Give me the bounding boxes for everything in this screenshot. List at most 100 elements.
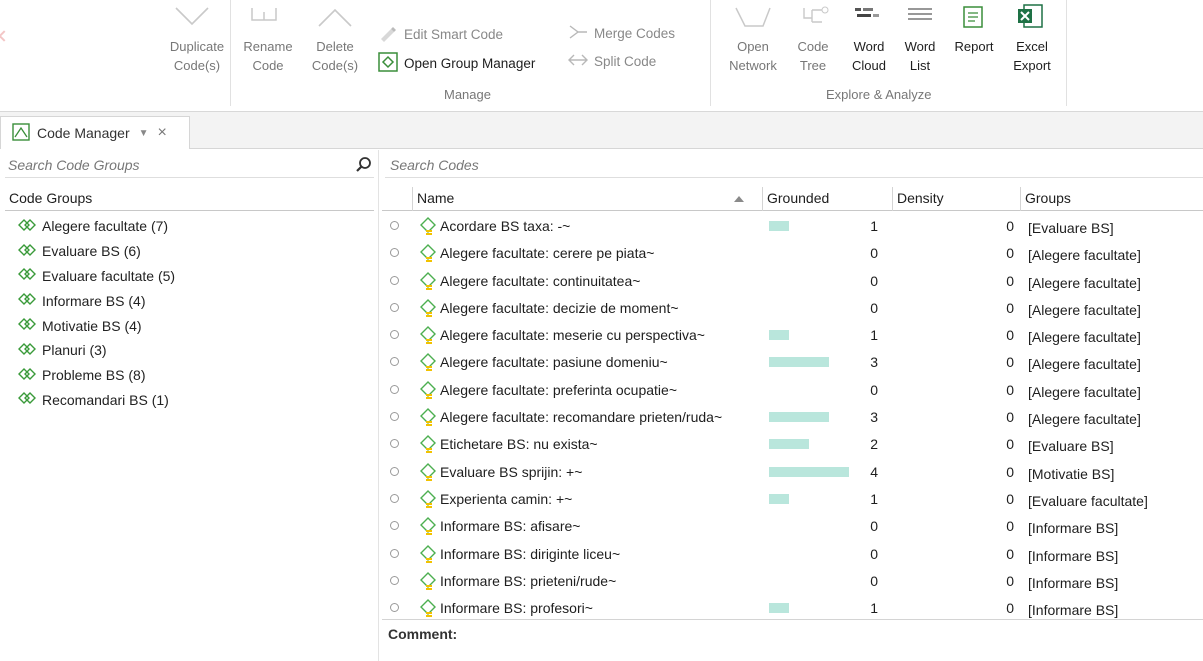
code-row[interactable]: Informare BS: profesori~ 1 0 [Informare BS] (382, 594, 1203, 621)
tab-code-manager[interactable]: Code Manager ▼ × (0, 116, 190, 149)
code-name: Alegere facultate: preferinta ocupatie~ (440, 381, 677, 398)
edit-smart-code-button[interactable]: Edit Smart Code (378, 24, 503, 45)
row-selector[interactable] (390, 439, 399, 449)
close-icon[interactable]: × (158, 124, 167, 142)
column-header-density[interactable]: Density (892, 187, 1020, 211)
ribbon-separator (710, 0, 711, 106)
code-icon (418, 297, 438, 322)
code-row[interactable]: Alegere facultate: decizie de moment~ 0 0 [… (382, 294, 1203, 321)
grounded-value: 1 (870, 218, 878, 234)
excel-export-button[interactable]: Excel Export (1004, 37, 1060, 75)
code-icon (418, 324, 438, 349)
code-row[interactable]: Informare BS: diriginte liceu~ 0 0 [Informa… (382, 540, 1203, 567)
code-group-item[interactable]: Evaluare facultate (5) (18, 264, 175, 289)
grounded-value: 0 (870, 245, 878, 262)
code-row[interactable]: Alegere facultate: continuitatea~ 0 0 [Aleg… (382, 267, 1203, 294)
code-group-label: Recomandari BS (1) (42, 391, 169, 408)
row-selector[interactable] (390, 384, 399, 394)
code-group-icon (18, 367, 36, 384)
code-tree-button[interactable]: Code Tree (790, 37, 836, 75)
code-row[interactable]: Alegere facultate: pasiune domeniu~ 3 0 [Al… (382, 348, 1203, 375)
row-selector[interactable] (390, 302, 399, 312)
density-value: 0 (1006, 245, 1014, 262)
code-row[interactable]: Alegere facultate: preferinta ocupatie~ 0… (382, 376, 1203, 403)
code-groups-value: [Alegere facultate] (1028, 383, 1141, 400)
word-cloud-button[interactable]: Word Cloud (842, 37, 896, 75)
code-groups-value: [Evaluare BS] (1028, 438, 1114, 455)
code-row[interactable]: Informare BS: afisare~ 0 0 [Informare BS] (382, 512, 1203, 539)
merge-codes-label: Merge Codes (594, 26, 676, 41)
grounded-bar (769, 221, 789, 231)
code-name: Alegere facultate: pasiune domeniu~ (440, 354, 668, 371)
density-value: 0 (1006, 545, 1014, 562)
column-header-grounded[interactable]: Grounded (762, 187, 890, 211)
grounded-value: 4 (870, 463, 878, 480)
edit-smart-code-icon (378, 24, 398, 45)
row-selector[interactable] (390, 466, 399, 476)
code-row[interactable]: Evaluare BS sprijin: +~ 4 0 [Motivatie BS] (382, 458, 1203, 485)
code-row[interactable]: Alegere facultate: recomandare prieten/r… (382, 403, 1203, 430)
merge-codes-button[interactable]: Merge Codes (568, 24, 675, 43)
row-selector[interactable] (390, 221, 399, 230)
code-row[interactable]: Informare BS: prieteni/rude~ 0 0 [Informare… (382, 567, 1203, 594)
code-row[interactable]: Acordare BS taxa: -~ 1 0 [Evaluare BS] (382, 212, 1203, 239)
delete-codes-button[interactable]: Delete Code(s) (304, 37, 366, 75)
row-selector[interactable] (390, 521, 399, 531)
code-groups-header[interactable]: Code Groups (5, 187, 374, 211)
grounded-value: 2 (870, 436, 878, 453)
code-groups-list: Alegere facultate (7) Evaluare BS (6) Eval… (18, 214, 175, 412)
code-groups-value: [Informare BS] (1028, 602, 1119, 619)
ribbon-group-manage: Manage (444, 87, 491, 102)
search-code-groups-input[interactable] (5, 156, 354, 173)
density-value: 0 (1006, 354, 1014, 371)
code-row[interactable]: Experienta camin: +~ 1 0 [Evaluare facultat… (382, 485, 1203, 512)
code-row[interactable]: Alegere facultate: cerere pe piata~ 0 0 [Al… (382, 239, 1203, 266)
code-group-item[interactable]: Recomandari BS (1) (18, 388, 175, 413)
group-manager-icon (378, 52, 398, 75)
search-icon[interactable] (354, 155, 374, 175)
report-button[interactable]: Report (946, 37, 1002, 56)
code-group-item[interactable]: Probleme BS (8) (18, 363, 175, 388)
row-selector[interactable] (390, 330, 399, 340)
column-header-groups[interactable]: Groups (1020, 187, 1203, 211)
row-selector[interactable] (390, 357, 399, 367)
row-selector[interactable] (390, 275, 399, 285)
column-header-name[interactable]: Name (412, 187, 760, 211)
duplicate-code-icon (172, 4, 212, 33)
code-row[interactable]: Alegere facultate: meserie cu perspectiv… (382, 321, 1203, 348)
code-group-item[interactable]: Evaluare BS (6) (18, 239, 175, 264)
pane-splitter[interactable] (378, 150, 381, 661)
code-group-item[interactable]: Informare BS (4) (18, 288, 175, 313)
code-row[interactable]: Etichetare BS: nu exista~ 2 0 [Evaluare BS] (382, 430, 1203, 457)
comment-panel[interactable]: Comment: (382, 619, 1203, 661)
grounded-bar (769, 330, 789, 341)
duplicate-codes-button[interactable]: Duplicate Code(s) (152, 37, 242, 75)
code-group-item[interactable]: Alegere facultate (7) (18, 214, 175, 239)
density-value: 0 (1006, 436, 1014, 453)
row-selector[interactable] (390, 493, 399, 503)
code-name: Experienta camin: +~ (440, 490, 573, 507)
code-group-item[interactable]: Motivatie BS (4) (18, 313, 175, 338)
open-group-manager-button[interactable]: Open Group Manager (378, 52, 535, 75)
density-value: 0 (1006, 327, 1014, 344)
row-selector[interactable] (390, 603, 399, 613)
column-name-label: Name (417, 190, 455, 206)
density-value: 0 (1006, 299, 1014, 316)
row-selector[interactable] (390, 575, 399, 585)
code-icon (418, 351, 438, 376)
search-codes-input[interactable] (387, 156, 1203, 173)
delete-code-icon (315, 4, 355, 33)
code-groups-value: [Alegere facultate] (1028, 247, 1141, 264)
document-tab-bar: Code Manager ▼ × (0, 112, 1203, 149)
report-icon (962, 5, 986, 32)
split-code-button[interactable]: Split Code (568, 52, 656, 71)
density-value: 0 (1006, 272, 1014, 289)
open-network-button[interactable]: Open Network (720, 37, 786, 75)
row-selector[interactable] (390, 248, 399, 258)
word-list-button[interactable]: Word List (896, 37, 944, 75)
row-selector[interactable] (390, 548, 399, 558)
rename-code-button[interactable]: Rename Code (236, 37, 300, 75)
row-selector[interactable] (390, 412, 399, 422)
code-group-item[interactable]: Planuri (3) (18, 338, 175, 363)
chevron-down-icon[interactable]: ▼ (139, 128, 149, 139)
